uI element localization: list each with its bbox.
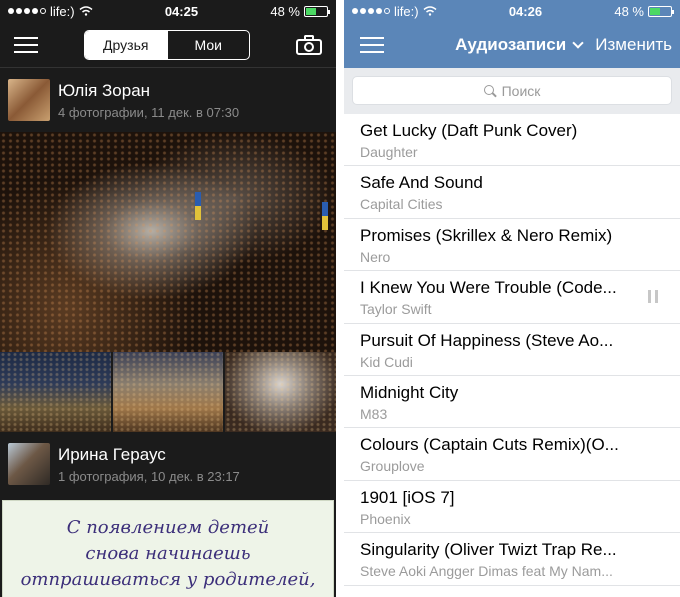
photos-screen: life:) 04:25 48 % Друзья Мои Юлія Зоран …: [0, 0, 336, 597]
status-bar: life:) 04:26 48 %: [344, 0, 680, 22]
status-time: 04:25: [164, 3, 199, 19]
track-artist: Capital Cities: [360, 196, 443, 213]
avatar[interactable]: [8, 443, 50, 485]
track-title: Get Lucky (Daft Punk Cover): [360, 121, 578, 140]
flag-image-detail: [195, 192, 201, 220]
wifi-icon: [423, 4, 437, 19]
post-author[interactable]: Ирина Гераус: [58, 445, 240, 465]
post-photo-row: [0, 352, 336, 432]
track-list: Get Lucky (Daft Punk Cover) Daughter Saf…: [344, 114, 680, 586]
camera-icon[interactable]: [296, 34, 322, 55]
audio-title-dropdown[interactable]: Аудиозаписи: [455, 35, 584, 55]
track-artist: Nero: [360, 248, 391, 265]
track-item[interactable]: Promises (Skrillex & Nero Remix) Nero: [344, 219, 680, 272]
track-title: Safe And Sound: [360, 173, 483, 193]
menu-icon[interactable]: [360, 37, 384, 53]
post-meta: 4 фотографии, 11 дек. в 07:30: [58, 104, 240, 120]
track-item[interactable]: Midnight City M83: [344, 376, 680, 429]
track-item[interactable]: Safe And Sound Capital Cities: [344, 166, 680, 219]
audio-top-bar: life:) 04:26 48 % Аудиозаписи Изменить: [344, 0, 680, 68]
battery-icon: [647, 5, 674, 17]
post-meta: 1 фотография, 10 дек. в 23:17: [58, 468, 240, 484]
search-bar: Поиск: [344, 68, 680, 114]
chevron-down-icon: [572, 37, 584, 49]
menu-icon[interactable]: [14, 36, 38, 53]
track-title: Promises (Skrillex & Nero Remix): [360, 225, 613, 245]
audio-nav-bar: Аудиозаписи Изменить: [344, 22, 680, 68]
search-input[interactable]: Поиск: [352, 76, 672, 105]
tab-friends[interactable]: Друзья: [85, 30, 167, 59]
track-item-playing[interactable]: I Knew You Were Trouble (Code... Taylor …: [344, 271, 680, 324]
post-author[interactable]: Юлія Зоран: [58, 81, 239, 101]
edit-button[interactable]: Изменить: [595, 35, 672, 55]
tab-mine[interactable]: Мои: [166, 30, 250, 59]
track-title: Singularity (Oliver Twizt Trap Re...: [360, 540, 617, 560]
track-title: Pursuit Of Happiness (Steve Ao...: [360, 330, 614, 350]
track-item[interactable]: Get Lucky (Daft Punk Cover) Daughter: [344, 114, 680, 167]
post-photo-main[interactable]: [0, 132, 336, 352]
post-header[interactable]: Юлія Зоран 4 фотографии, 11 дек. в 07:30: [0, 68, 336, 132]
post-photo-thumb[interactable]: [225, 352, 336, 432]
carrier-label: life:): [50, 3, 75, 19]
carrier-label: life:): [394, 3, 419, 19]
post-photo-thumb[interactable]: [112, 352, 224, 432]
track-artist: Daughter: [360, 144, 418, 160]
avatar[interactable]: [8, 79, 50, 121]
post-header[interactable]: Ирина Гераус 1 фотография, 10 дек. в 23:…: [0, 432, 336, 496]
audio-screen: life:) 04:26 48 % Аудиозаписи Изменить П…: [344, 0, 680, 597]
note-text-line: С появлением детей: [66, 517, 270, 538]
battery-percent: 48 %: [270, 3, 300, 19]
track-item[interactable]: Pursuit Of Happiness (Steve Ao... Kid Cu…: [344, 324, 680, 376]
pause-icon[interactable]: [648, 290, 658, 304]
status-bar: life:) 04:25 48 %: [0, 0, 336, 22]
search-icon: [483, 84, 497, 97]
track-item[interactable]: 1901 [iOS 7] Phoenix: [344, 481, 680, 534]
track-item[interactable]: Colours (Captain Cuts Remix)(O... Groupl…: [344, 428, 680, 481]
post-photo-thumb[interactable]: [0, 352, 111, 432]
track-title: Colours (Captain Cuts Remix)(O...: [360, 435, 619, 455]
segmented-control: Друзья Мои: [84, 29, 250, 60]
note-text-line: отпрашиваться у родителей,: [20, 569, 316, 590]
track-title: Midnight City: [360, 382, 459, 402]
flag-image-detail: [322, 202, 328, 230]
track-artist: Kid Cudi: [360, 353, 413, 370]
battery-icon: [303, 5, 330, 17]
track-title: 1901 [iOS 7]: [360, 487, 455, 507]
wifi-icon: [79, 4, 93, 19]
track-artist: Steve Aoki Angger Dimas feat My Nam...: [360, 563, 613, 580]
track-item[interactable]: Singularity (Oliver Twizt Trap Re... Ste…: [344, 533, 680, 586]
search-placeholder: Поиск: [501, 82, 541, 99]
track-artist: M83: [360, 405, 388, 422]
track-artist: Taylor Swift: [360, 301, 432, 318]
signal-icon: [8, 8, 46, 14]
status-time: 04:26: [508, 3, 543, 19]
photos-nav-bar: Друзья Мои: [0, 22, 336, 68]
track-artist: Phoenix: [360, 510, 411, 527]
signal-icon: [352, 8, 390, 14]
post-photo-note[interactable]: С появлением детей снова начинаешь отпра…: [2, 500, 334, 597]
battery-percent: 48 %: [614, 3, 644, 19]
track-artist: Grouplove: [360, 458, 425, 475]
note-text-line: снова начинаешь: [85, 543, 251, 564]
track-title: I Knew You Were Trouble (Code...: [360, 278, 617, 298]
page-title: Аудиозаписи: [455, 35, 567, 54]
